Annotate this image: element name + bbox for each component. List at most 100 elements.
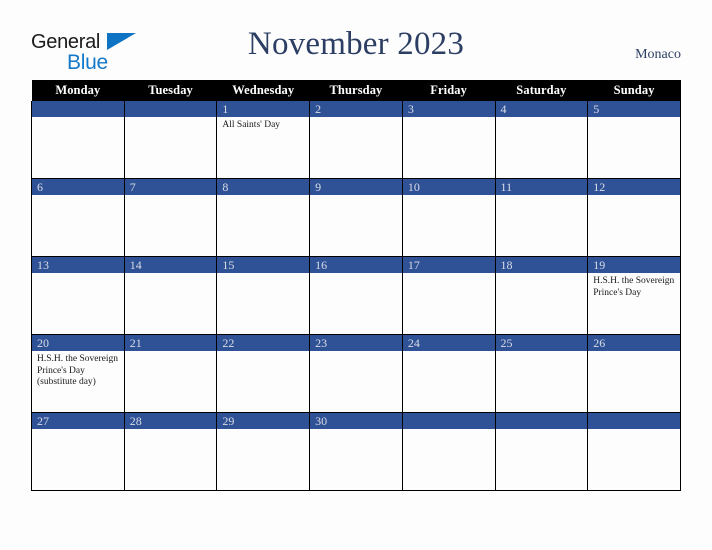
day-cell-content: 6	[32, 179, 124, 256]
day-number: 30	[310, 413, 402, 429]
day-cell-empty[interactable]	[494, 412, 589, 491]
day-cell-29[interactable]: 29	[216, 412, 311, 491]
day-cell-2[interactable]: 2	[309, 101, 403, 179]
day-cell-12[interactable]: 12	[587, 178, 681, 257]
day-number	[402, 413, 495, 429]
day-number: 2	[310, 101, 402, 117]
day-number: 17	[402, 257, 495, 273]
weekday-header-wednesday: Wednesday	[216, 80, 310, 101]
day-cell-content: 18	[495, 257, 588, 334]
day-number: 27	[32, 413, 124, 429]
calendar-week-row: 6 7 8 9 10 11 12	[31, 178, 681, 257]
day-cell-content: 4	[495, 101, 588, 178]
day-cell-15[interactable]: 15	[216, 256, 311, 335]
weekday-header-thursday: Thursday	[309, 80, 403, 101]
day-cell-4[interactable]: 4	[494, 101, 589, 179]
day-number	[495, 413, 588, 429]
day-number	[32, 101, 124, 117]
day-number: 13	[32, 257, 124, 273]
day-cell-21[interactable]: 21	[123, 334, 218, 413]
day-number: 1	[217, 101, 310, 117]
weekday-header-sunday: Sunday	[587, 80, 681, 101]
day-cell-empty[interactable]	[123, 101, 218, 179]
day-number: 26	[588, 335, 680, 351]
location-label: Monaco	[635, 47, 681, 62]
page-title: November 2023	[247, 26, 465, 62]
day-number: 9	[310, 179, 402, 195]
day-number: 16	[310, 257, 402, 273]
day-cell-content: 29	[217, 413, 310, 490]
day-number: 24	[402, 335, 495, 351]
day-cell-7[interactable]: 7	[123, 178, 218, 257]
day-cell-25[interactable]: 25	[494, 334, 589, 413]
day-cell-20[interactable]: 20 H.S.H. the Sovereign Prince's Day (sub…	[31, 334, 125, 413]
day-cell-10[interactable]: 10	[401, 178, 496, 257]
day-cell-content: 10	[402, 179, 495, 256]
day-cell-1[interactable]: 1 All Saints' Day	[216, 101, 311, 179]
day-number: 18	[495, 257, 588, 273]
day-number: 4	[495, 101, 588, 117]
day-events: H.S.H. the Sovereign Prince's Day (subst…	[32, 351, 124, 389]
day-cell-18[interactable]: 18	[494, 256, 589, 335]
day-cell-empty[interactable]	[31, 101, 125, 179]
day-cell-content: 5	[588, 101, 680, 178]
day-cell-content: 26	[588, 335, 680, 412]
day-cell-content: 13	[32, 257, 124, 334]
day-cell-14[interactable]: 14	[123, 256, 218, 335]
day-cell-28[interactable]: 28	[123, 412, 218, 491]
day-cell-content	[588, 413, 680, 490]
weekday-header-tuesday: Tuesday	[124, 80, 217, 101]
day-cell-23[interactable]: 23	[309, 334, 403, 413]
day-cell-13[interactable]: 13	[31, 256, 125, 335]
day-cell-content: 20 H.S.H. the Sovereign Prince's Day (sub…	[32, 335, 124, 412]
day-cell-content: 9	[310, 179, 402, 256]
day-cell-30[interactable]: 30	[309, 412, 403, 491]
day-number: 15	[217, 257, 310, 273]
day-cell-3[interactable]: 3	[401, 101, 496, 179]
day-cell-content: 2	[310, 101, 402, 178]
calendar-table-wrapper: Monday Tuesday Wednesday Thursday Friday Satu…	[31, 80, 681, 491]
day-cell-content: 1 All Saints' Day	[217, 101, 310, 178]
day-number: 23	[310, 335, 402, 351]
calendar-week-row: 27 28 29 30	[31, 412, 681, 491]
day-number: 12	[588, 179, 680, 195]
event-label: H.S.H. the Sovereign Prince's Day (subst…	[37, 354, 119, 387]
day-number: 3	[402, 101, 495, 117]
day-number: 5	[588, 101, 680, 117]
calendar-week-row: 13 14 15 16 17 18 19 H.S.H. the Sovereign Princ…	[31, 256, 681, 335]
day-number	[124, 101, 217, 117]
day-cell-16[interactable]: 16	[309, 256, 403, 335]
day-cell-content: 19 H.S.H. the Sovereign Prince's Day	[588, 257, 680, 334]
day-cell-6[interactable]: 6	[31, 178, 125, 257]
day-number: 21	[124, 335, 217, 351]
calendar-week-row: 1 All Saints' Day 2 3 4 5	[31, 101, 681, 179]
day-events: H.S.H. the Sovereign Prince's Day	[588, 273, 680, 299]
day-cell-22[interactable]: 22	[216, 334, 311, 413]
day-cell-11[interactable]: 11	[494, 178, 589, 257]
day-number: 25	[495, 335, 588, 351]
day-number: 22	[217, 335, 310, 351]
day-cell-5[interactable]: 5	[587, 101, 681, 179]
day-cell-9[interactable]: 9	[309, 178, 403, 257]
page-header: General Blue November 2023 Monaco	[0, 0, 712, 78]
day-cell-24[interactable]: 24	[401, 334, 496, 413]
day-number: 8	[217, 179, 310, 195]
day-cell-27[interactable]: 27	[31, 412, 125, 491]
day-cell-17[interactable]: 17	[401, 256, 496, 335]
day-cell-8[interactable]: 8	[216, 178, 311, 257]
day-cell-empty[interactable]	[401, 412, 496, 491]
calendar-body: 1 All Saints' Day 2 3 4 5 6 7 8 9 10 11 12 13 14 15 16 17…	[31, 101, 681, 491]
day-events: All Saints' Day	[217, 117, 309, 132]
day-cell-26[interactable]: 26	[587, 334, 681, 413]
event-label: H.S.H. the Sovereign Prince's Day	[593, 276, 675, 298]
calendar-table: Monday Tuesday Wednesday Thursday Friday Satu…	[31, 80, 681, 491]
day-cell-empty[interactable]	[587, 412, 681, 491]
day-number: 20	[32, 335, 124, 351]
day-cell-content: 17	[402, 257, 495, 334]
day-cell-content: 25	[495, 335, 588, 412]
calendar-week-row: 20 H.S.H. the Sovereign Prince's Day (sub…	[31, 334, 681, 413]
day-number: 19	[588, 257, 680, 273]
day-cell-19[interactable]: 19 H.S.H. the Sovereign Prince's Day	[587, 256, 681, 335]
day-cell-content: 24	[402, 335, 495, 412]
day-cell-content: 27	[32, 413, 124, 490]
